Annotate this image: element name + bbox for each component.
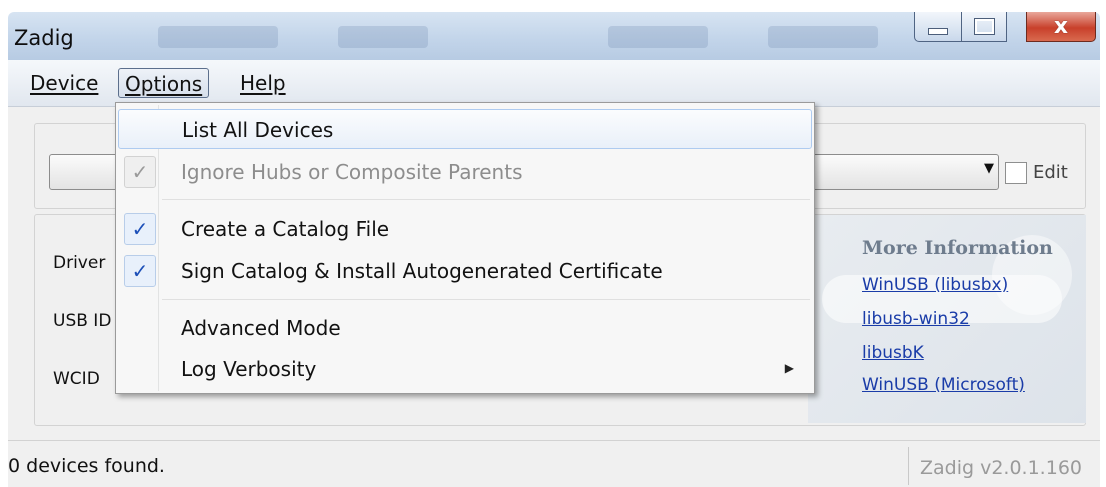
menu-item-label: List All Devices xyxy=(182,118,334,142)
link-winusb-libusbx[interactable]: WinUSB (libusbx) xyxy=(862,275,1008,295)
maximize-icon xyxy=(973,18,995,35)
checkmark-icon: ✓ xyxy=(124,255,156,287)
menu-options[interactable]: Options xyxy=(118,68,210,98)
checkmark-icon: ✓ xyxy=(124,156,156,188)
menu-device[interactable]: Device xyxy=(24,68,104,98)
link-winusb-microsoft[interactable]: WinUSB (Microsoft) xyxy=(862,375,1025,395)
menu-item-log-verbosity[interactable]: Log Verbosity ▶ xyxy=(118,349,812,389)
submenu-arrow-icon: ▶ xyxy=(784,361,794,375)
status-bar: 0 devices found. Zadig v2.0.1.160 xyxy=(8,440,1100,487)
link-libusbk[interactable]: libusbK xyxy=(862,343,924,363)
usb-id-label: USB ID xyxy=(53,311,112,331)
menu-item-list-all-devices[interactable]: List All Devices xyxy=(118,109,812,149)
minimize-icon xyxy=(928,28,948,35)
menu-separator xyxy=(162,299,810,300)
title-bar: Zadig x xyxy=(8,12,1100,60)
edit-label: Edit xyxy=(1033,162,1068,183)
menu-item-label: Advanced Mode xyxy=(181,316,341,340)
more-information-panel: More Information WinUSB (libusbx) libusb… xyxy=(808,215,1086,423)
menu-separator xyxy=(162,199,810,200)
status-divider xyxy=(908,447,909,485)
window-title: Zadig xyxy=(14,26,74,50)
dropdown-arrow-icon[interactable]: ▼ xyxy=(984,161,994,176)
title-bar-background xyxy=(768,26,878,48)
wcid-label: WCID xyxy=(53,369,100,389)
menu-item-label: Log Verbosity xyxy=(181,357,317,381)
title-bar-background xyxy=(338,26,428,48)
version-text: Zadig v2.0.1.160 xyxy=(920,457,1082,479)
menu-item-label: Ignore Hubs or Composite Parents xyxy=(181,160,523,184)
menu-item-label: Sign Catalog & Install Autogenerated Cer… xyxy=(181,259,663,283)
options-dropdown-menu: List All Devices ✓ Ignore Hubs or Compos… xyxy=(115,102,815,394)
menu-item-create-catalog[interactable]: ✓ Create a Catalog File xyxy=(118,209,812,249)
menu-item-ignore-hubs[interactable]: ✓ Ignore Hubs or Composite Parents xyxy=(118,152,812,192)
minimize-button[interactable] xyxy=(914,12,962,42)
title-bar-background xyxy=(608,26,708,48)
close-button[interactable]: x xyxy=(1026,12,1096,42)
menu-bar: Device Options Help xyxy=(8,60,1100,107)
link-libusb-win32[interactable]: libusb-win32 xyxy=(862,309,970,329)
status-text: 0 devices found. xyxy=(8,455,165,477)
checkmark-icon: ✓ xyxy=(124,213,156,245)
edit-checkbox[interactable] xyxy=(1005,162,1027,184)
maximize-button[interactable] xyxy=(961,12,1007,42)
menu-item-label: Create a Catalog File xyxy=(181,217,390,241)
close-icon: x xyxy=(1053,13,1069,39)
menu-help[interactable]: Help xyxy=(234,68,292,98)
more-information-title: More Information xyxy=(862,237,1053,259)
driver-label: Driver xyxy=(53,253,106,273)
menu-item-sign-catalog[interactable]: ✓ Sign Catalog & Install Autogenerated C… xyxy=(118,251,812,291)
menu-item-advanced-mode[interactable]: Advanced Mode xyxy=(118,308,812,348)
title-bar-background xyxy=(158,26,278,48)
